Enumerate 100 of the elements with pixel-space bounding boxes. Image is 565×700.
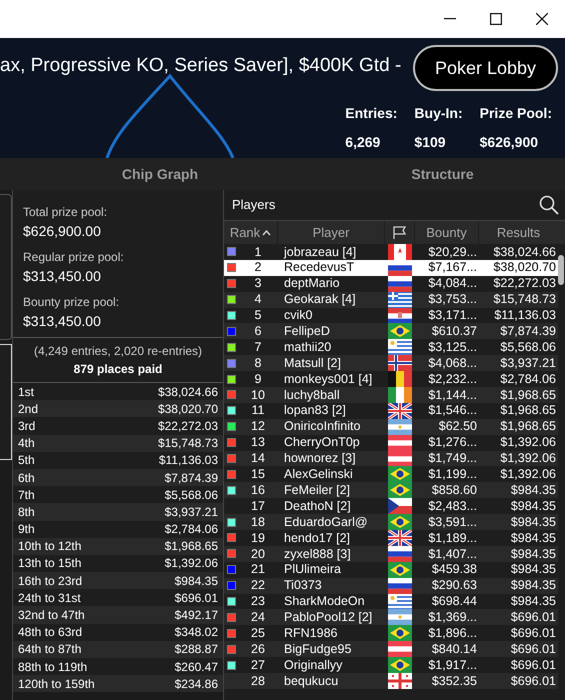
- player-row[interactable]: 15 AlexGelinski $1,199... $1,392.06: [224, 466, 558, 482]
- player-row[interactable]: 1 jobrazeau [4] $20,29... $38,024.66: [224, 244, 558, 260]
- player-row[interactable]: 7 mathii20 $3,125... $5,568.06: [224, 339, 558, 356]
- player-row[interactable]: 24 PabloPool12 [2] $1,369... $696.01: [224, 609, 558, 626]
- player-row[interactable]: 25 RFN1986 $1,896... $696.01: [224, 625, 558, 642]
- prize-pool-value: $626,900.00: [23, 222, 102, 241]
- player-row[interactable]: 14 hownorez [3] $1,749... $1,392.06: [224, 450, 558, 466]
- flag-icon: [388, 244, 412, 260]
- bounty-cell-text: $1,407...: [427, 546, 478, 562]
- player-row[interactable]: 6 FellipeD $610.37 $7,874.39: [224, 323, 558, 340]
- player-name: FeMeiler [2]: [283, 482, 351, 499]
- prize-pool-label: Bounty prize pool:: [23, 294, 120, 311]
- player-name: AlexGelinski: [283, 466, 354, 484]
- payout-place: 9th: [18, 521, 35, 538]
- results-cell-text: $984.35: [510, 482, 557, 499]
- player-row[interactable]: 4 Geokarak [4] $3,753... $15,748.73: [224, 292, 558, 308]
- payout-amount: $984.35: [174, 572, 218, 590]
- rank-cell-text: 1: [254, 244, 262, 261]
- sort-up-icon: [262, 230, 272, 236]
- player-name: Ti0373: [283, 577, 323, 594]
- tournament-title: ax, Progressive KO, Series Saver], $400K Gtd -: [0, 54, 402, 78]
- player-name: EduardoGarl@: [283, 514, 369, 531]
- rank-cell-text: 6: [254, 323, 262, 340]
- player-row[interactable]: 16 FeMeiler [2] $858.60 $984.35: [224, 482, 558, 498]
- scrollbar-thumb[interactable]: [558, 255, 564, 285]
- player-name: zyxel888 [3]: [283, 546, 352, 563]
- payout-amount: $260.47: [174, 658, 218, 676]
- payout-place: 4th: [18, 435, 35, 452]
- payout-place: 5th: [18, 452, 35, 470]
- payout-place: 1st: [18, 384, 34, 401]
- results-column-header[interactable]: Results: [479, 221, 558, 244]
- player-row[interactable]: 18 EduardoGarl@ $3,591... $984.35: [224, 514, 558, 530]
- payout-place: 64th to 87th: [18, 641, 82, 658]
- player-name: RFN1986: [283, 624, 338, 642]
- bounty-cell-text: $3,753...: [427, 291, 478, 308]
- player-row[interactable]: 12 OniricoInfinito $62.50 $1,968.65: [224, 418, 558, 435]
- results-cell-text: $696.01: [510, 656, 557, 674]
- player-name: CherryOnT0p: [283, 434, 361, 452]
- flag-icon: [388, 482, 412, 498]
- player-row[interactable]: 23 SharkModeOn $698.44 $984.35: [224, 594, 558, 610]
- flag-icon: [388, 562, 412, 578]
- player-row[interactable]: 19 hendo17 [2] $1,189... $984.35: [224, 530, 558, 546]
- flag-icon: [388, 418, 412, 435]
- rank-cell-text: 4: [254, 291, 262, 308]
- rank-cell-text: 20: [250, 546, 266, 562]
- rank-cell-text: 26: [250, 640, 266, 658]
- player-row[interactable]: 21 PlUlimeira $459.38 $984.35: [224, 562, 558, 578]
- player-name: hendo17 [2]: [283, 530, 352, 547]
- prize-pool-label: Total prize pool:: [23, 204, 108, 221]
- payout-place: 48th to 63rd: [18, 624, 82, 642]
- player-row[interactable]: 26 BigFudge95 $840.14 $696.01: [224, 641, 558, 658]
- flag-column-icon[interactable]: [392, 226, 408, 240]
- player-row[interactable]: 27 Originallyy $1,917... $696.01: [224, 657, 558, 674]
- stat-label: Buy-In:: [414, 104, 463, 123]
- bounty-cell-text: $2,483...: [427, 498, 478, 515]
- tab[interactable]: Chip Graph: [0, 158, 320, 190]
- results-cell-text: $696.01: [510, 609, 557, 626]
- player-row[interactable]: 10 luchy8ball $1,144... $1,968.65: [224, 387, 558, 403]
- player-row[interactable]: 8 Matsull [2] $4,068... $3,937.21: [224, 355, 558, 372]
- bounty-cell-text: $3,591...: [427, 514, 478, 531]
- results-cell-text: $1,968.65: [499, 418, 557, 436]
- player-name: mathii20: [283, 338, 332, 356]
- player-row[interactable]: 11 lopan83 [2] $1,546... $1,968.65: [224, 402, 558, 419]
- flag-icon: [388, 625, 412, 642]
- player-name: SharkModeOn: [283, 593, 366, 610]
- payout-amount: $2,784.06: [164, 521, 218, 538]
- player-row[interactable]: 2 RecedevusT $7,167... $38,020.70: [224, 260, 558, 276]
- player-name: PabloPool12 [2]: [283, 609, 374, 626]
- results-cell-text: $984.35: [510, 593, 557, 610]
- rank-cell-text: 13: [250, 434, 266, 452]
- player-row[interactable]: 5 cvik0 $3,171... $11,136.03: [224, 308, 558, 324]
- entries-note: (4,249 entries, 2,020 re-entries): [34, 343, 202, 360]
- player-row[interactable]: 9 monkeys001 [4] $2,232... $2,784.06: [224, 371, 558, 388]
- poker-lobby-button[interactable]: Poker Lobby: [413, 45, 558, 91]
- player-name: jobrazeau [4]: [282, 244, 358, 261]
- rank-cell-text: 23: [250, 593, 266, 610]
- player-row[interactable]: 13 CherryOnT0p $1,276... $1,392.06: [224, 434, 558, 451]
- player-row[interactable]: 22 Ti0373 $290.63 $984.35: [224, 578, 558, 594]
- rank-cell-text: 18: [250, 514, 266, 531]
- flag-icon: [388, 546, 412, 562]
- player-row[interactable]: 20 zyxel888 [3] $1,407... $984.35: [224, 546, 558, 562]
- player-name: luchy8ball: [283, 386, 341, 404]
- player-name: OniricoInfinito: [283, 418, 362, 436]
- stat-value: 6,269: [345, 133, 382, 152]
- bounty-cell-text: $1,749...: [427, 450, 478, 468]
- search-icon[interactable]: [539, 195, 559, 215]
- payout-place: 2nd: [18, 400, 38, 418]
- payout-place: 8th: [18, 504, 35, 521]
- stat-label: Entries:: [345, 104, 398, 123]
- payout-place: 16th to 23rd: [18, 572, 82, 590]
- player-row[interactable]: 28 bequkucu $352.35 $696.01: [224, 673, 558, 689]
- bounty-cell-text: $1,896...: [427, 624, 478, 642]
- player-row[interactable]: 3 deptMario $4,084... $22,272.03: [224, 276, 558, 292]
- tab[interactable]: Structure: [320, 158, 565, 190]
- bounty-cell-text: $3,125...: [427, 338, 478, 356]
- flag-icon: [388, 292, 412, 308]
- player-name: RecedevusT: [283, 259, 356, 276]
- results-cell-text: $5,568.06: [499, 338, 557, 356]
- rank-cell-text: 8: [254, 354, 262, 372]
- results-cell-text: $984.35: [510, 561, 557, 578]
